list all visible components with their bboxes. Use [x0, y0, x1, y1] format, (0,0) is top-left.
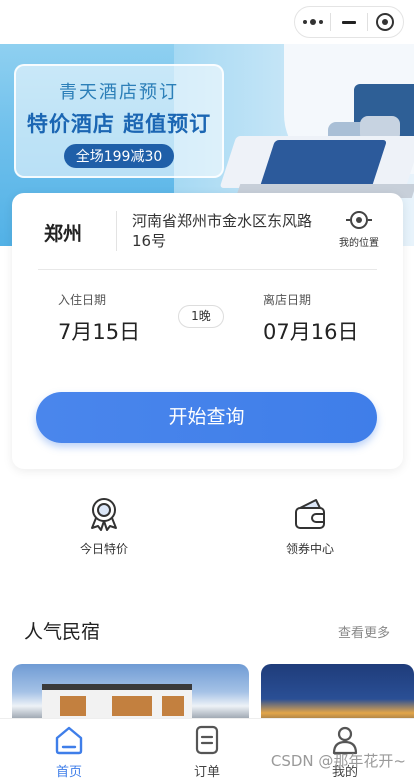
nights-badge: 1晚 [178, 305, 224, 328]
home-icon [54, 725, 84, 755]
navigation-bar [0, 0, 414, 44]
today-special-entry[interactable]: 今日特价 [54, 496, 154, 557]
target-circle-icon[interactable] [368, 7, 403, 37]
tab-orders-label: 订单 [193, 765, 220, 780]
checkout-label: 离店日期 [263, 293, 312, 307]
order-icon [192, 725, 222, 755]
location-crosshair-icon [346, 211, 372, 229]
start-search-button[interactable]: 开始查询 [36, 392, 377, 443]
banner-sign: 青天酒店预订 特价酒店 超值预订 全场199减30 [14, 64, 224, 178]
today-special-label: 今日特价 [79, 542, 128, 556]
coupon-center-entry[interactable]: 领券中心 [260, 496, 360, 557]
checkin-date[interactable]: 7月15日 [58, 316, 140, 346]
award-medal-icon [86, 496, 122, 532]
search-card: 郑州 河南省郑州市金水区东风路16号 我的位置 入住日期 7月15日 1晚 离店… [12, 193, 403, 469]
my-location-button[interactable]: 我的位置 [329, 211, 389, 249]
banner-title: 青天酒店预订 [59, 82, 179, 103]
mini-program-capsule [294, 6, 404, 38]
promo-badge: 全场199减30 [63, 144, 175, 168]
checkin-label: 入住日期 [58, 293, 107, 307]
my-location-label: 我的位置 [339, 238, 379, 249]
banner-subtitle: 特价酒店 超值预订 [26, 111, 212, 136]
address-text[interactable]: 河南省郑州市金水区东风路16号 [132, 211, 322, 251]
tab-orders[interactable]: 订单 [167, 725, 247, 780]
city-selector[interactable]: 郑州 [44, 219, 82, 246]
view-more-link[interactable]: 查看更多 [338, 622, 390, 641]
section-title: 人气民宿 [24, 621, 101, 643]
tab-home[interactable]: 首页 [29, 725, 109, 780]
divider [116, 211, 117, 251]
watermark-text: CSDN @那年花开~ [270, 752, 406, 770]
divider [38, 269, 377, 270]
tab-home-label: 首页 [55, 765, 82, 780]
minus-icon[interactable] [331, 7, 366, 37]
more-dots-icon[interactable] [295, 7, 330, 37]
coupon-wallet-icon [292, 496, 328, 532]
checkout-date[interactable]: 07月16日 [263, 316, 358, 346]
coupon-center-label: 领券中心 [285, 542, 334, 556]
